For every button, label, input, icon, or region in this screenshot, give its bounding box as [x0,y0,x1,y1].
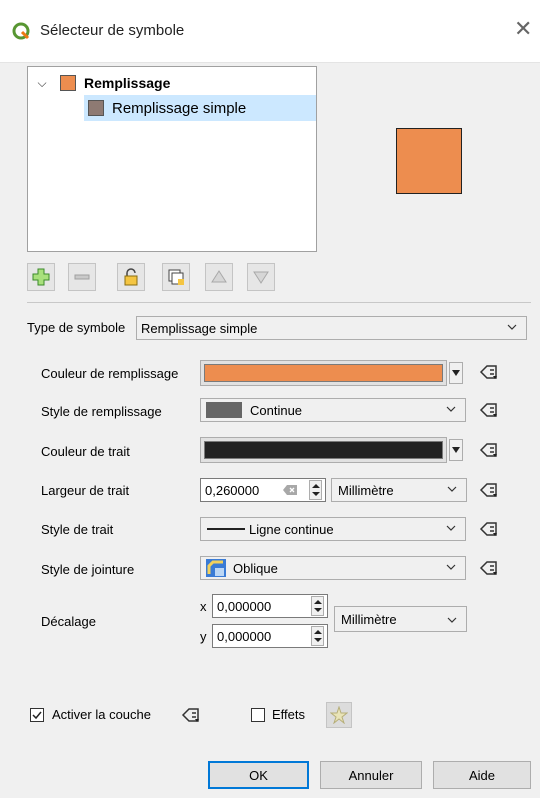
add-layer-icon [32,268,50,286]
offset-x-value: 0,000000 [217,599,272,614]
stroke-color-button[interactable] [200,437,447,463]
stroke-style-select[interactable]: Ligne continue [200,517,466,541]
stroke-width-label: Largeur de trait [41,483,130,498]
symbol-layer-tree[interactable]: ⌵ Remplissage Remplissage simple [27,66,317,252]
ok-button[interactable]: OK [208,761,309,789]
fill-style-swatch [206,402,242,418]
solid-line-icon [207,528,245,530]
effects-button[interactable] [326,702,352,728]
chevron-down-icon[interactable]: ⌵ [32,76,52,91]
move-up-button[interactable] [205,263,233,291]
chevron-down-icon [446,525,456,531]
qgis-icon [12,22,30,40]
symbol-type-value: Remplissage simple [141,320,258,336]
stroke-color-swatch [204,441,443,459]
offset-y-value: 0,000000 [217,629,272,644]
offset-x-input[interactable]: 0,000000 [212,594,328,618]
tree-item-root-label: Remplissage [84,75,171,91]
offset-y-input[interactable]: 0,000000 [212,624,328,648]
fill-color-label: Couleur de remplissage [41,366,179,381]
move-up-icon [211,270,227,283]
fill-color-menu-button[interactable] [449,362,463,384]
tree-item-root[interactable]: ⌵ Remplissage [32,70,170,96]
data-defined-icon[interactable] [478,481,500,499]
chevron-down-icon [507,324,517,330]
tree-item-simple-fill-label: Remplissage simple [112,99,247,117]
effects-label: Effets [272,707,306,722]
clear-icon[interactable] [283,485,297,495]
stroke-width-stepper[interactable] [309,480,322,500]
caret-down-icon [452,370,460,376]
data-defined-icon[interactable] [478,559,500,577]
chevron-down-icon [447,486,457,492]
offset-y-label: y [200,629,207,644]
offset-label: Décalage [41,614,96,629]
data-defined-icon[interactable] [478,441,500,459]
stroke-style-value: Ligne continue [249,521,334,537]
chevron-down-icon [446,406,456,412]
data-defined-icon[interactable] [180,706,202,724]
fill-color-button[interactable] [200,360,447,386]
enable-layer-label: Activer la couche [52,707,151,722]
caret-down-icon [452,447,460,453]
lock-icon [124,268,138,286]
symbol-type-select[interactable]: Remplissage simple [136,316,527,340]
effects-checkbox[interactable] [251,708,265,722]
stroke-width-unit-value: Millimètre [338,482,394,498]
close-icon[interactable]: ✕ [514,18,532,40]
move-down-icon [253,271,269,284]
fill-style-select[interactable]: Continue [200,398,466,422]
fill-style-value: Continue [250,402,303,418]
star-effects-icon [330,706,348,724]
join-style-label: Style de jointure [41,562,135,577]
title-bar: Sélecteur de symbole ✕ [0,0,540,63]
join-style-select[interactable]: Oblique [200,556,466,580]
window-title: Sélecteur de symbole [40,22,185,39]
enable-layer-checkbox[interactable] [30,708,44,722]
offset-unit-value: Millimètre [341,612,397,627]
stroke-style-label: Style de trait [41,522,114,537]
stroke-width-value: 0,260000 [205,483,260,498]
tree-item-simple-fill[interactable]: Remplissage simple [84,95,316,121]
checkmark-icon [32,711,42,720]
move-down-button[interactable] [247,263,275,291]
stroke-color-menu-button[interactable] [449,439,463,461]
cancel-button[interactable]: Annuler [320,761,422,789]
bevel-join-icon [206,559,226,577]
duplicate-layer-button[interactable] [162,263,190,291]
chevron-down-icon [446,564,456,570]
separator [27,302,531,303]
offset-y-stepper[interactable] [311,626,324,646]
stroke-width-unit-select[interactable]: Millimètre [331,478,467,502]
child-swatch [88,100,104,116]
offset-x-stepper[interactable] [311,596,324,616]
fill-color-swatch [204,364,443,382]
fill-style-label: Style de remplissage [41,404,162,419]
data-defined-icon[interactable] [478,363,500,381]
symbol-preview [396,128,462,194]
stroke-width-input[interactable]: 0,260000 [200,478,326,502]
add-layer-button[interactable] [27,263,55,291]
root-swatch [60,75,76,91]
data-defined-icon[interactable] [478,401,500,419]
remove-layer-button[interactable] [68,263,96,291]
data-defined-icon[interactable] [478,520,500,538]
chevron-down-icon [447,617,457,623]
join-style-value: Oblique [233,560,278,576]
symbol-type-label: Type de symbole [27,320,126,335]
duplicate-icon [168,269,184,285]
stroke-color-label: Couleur de trait [41,444,130,459]
lock-layer-button[interactable] [117,263,145,291]
offset-unit-select[interactable]: Millimètre [334,606,467,632]
help-button[interactable]: Aide [433,761,531,789]
offset-x-label: x [200,599,207,614]
remove-layer-icon [74,274,90,280]
